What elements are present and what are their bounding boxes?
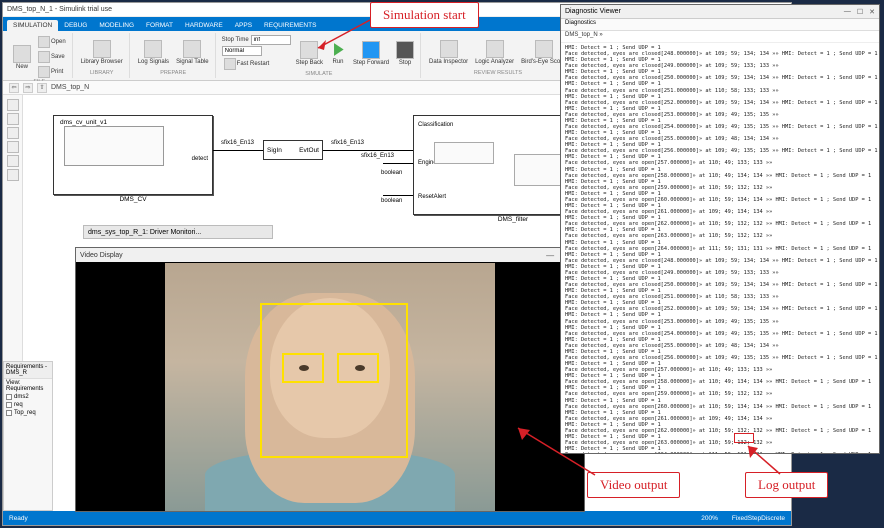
requirements-panel: Requirements - DMS_R View: Requirements … <box>3 361 53 511</box>
status-bar: Ready 200% FixedStepDiscrete <box>3 511 791 525</box>
status-ready: Ready <box>9 515 28 522</box>
filter-port-class: Classification <box>418 122 453 128</box>
sim-mode-select[interactable] <box>222 46 262 56</box>
open-button[interactable]: Open <box>36 35 68 49</box>
nav-back-button[interactable]: ⇦ <box>9 83 19 93</box>
diag-maximize-button[interactable]: ☐ <box>857 8 863 16</box>
tab-format[interactable]: FORMAT <box>140 20 179 31</box>
run-button[interactable]: Run <box>328 41 348 66</box>
block-signin[interactable]: SigIn EvtOut <box>263 140 323 160</box>
eye-detection-rect-right <box>337 353 379 383</box>
block-dms-cv[interactable]: dms_cv_unit_v1 detect DMS_CV <box>53 115 213 195</box>
dms-cv-port-detect: detect <box>192 156 208 162</box>
print-button[interactable]: Print <box>36 65 68 79</box>
sig-label-sfix-2: sfix16_En13 <box>331 140 364 146</box>
signal-line-1[interactable] <box>213 150 263 151</box>
stop-button[interactable]: Stop <box>394 40 416 67</box>
diag-minimize-button[interactable]: — <box>844 8 851 16</box>
sig-label-sfix-3: sfix16_En13 <box>361 153 394 159</box>
diag-log-body[interactable]: HMI: Detect = 1 ; Send UDP = 1Face detec… <box>561 43 879 453</box>
dms-cv-inner-label: dms_cv_unit_v1 <box>60 119 107 126</box>
palette-tool-2[interactable] <box>7 113 19 125</box>
log-signals-button[interactable]: Log Signals <box>136 39 171 66</box>
req-view-label: View: Requirements <box>4 379 52 393</box>
window-title: DMS_top_N_1 - Simulink trial use <box>7 6 112 13</box>
tab-apps[interactable]: APPS <box>229 20 258 31</box>
diagnostic-viewer-window: Diagnostic Viewer — ☐ ✕ Diagnostics DMS_… <box>560 4 880 454</box>
signal-line-2[interactable] <box>323 150 413 151</box>
data-inspector-button[interactable]: Data Inspector <box>427 39 470 66</box>
subsystem-tab-label: dms_sys_top_R_1: Driver Monitori... <box>88 229 201 236</box>
tab-simulation[interactable]: SIMULATION <box>7 20 58 31</box>
diag-close-button[interactable]: ✕ <box>869 8 875 16</box>
log-highlight-box <box>734 433 754 443</box>
new-button[interactable]: New <box>11 44 33 71</box>
diag-tab[interactable]: Diagnostics <box>565 20 596 26</box>
annotation-sim-start: Simulation start <box>370 2 479 28</box>
step-forward-button[interactable]: Step Forward <box>351 40 391 67</box>
req-item-0[interactable]: dms2 <box>4 393 52 401</box>
filter-inner-1 <box>434 142 494 164</box>
sig-label-bool-1: boolean <box>381 170 402 176</box>
subsystem-tab[interactable]: dms_sys_top_R_1: Driver Monitori... <box>83 225 273 239</box>
video-body <box>76 262 584 511</box>
library-browser-button[interactable]: Library Browser <box>79 39 125 66</box>
palette-tool-4[interactable] <box>7 141 19 153</box>
video-title: Video Display <box>80 252 123 259</box>
group-prepare-label: PREPARE <box>160 70 186 76</box>
tab-hardware[interactable]: HARDWARE <box>179 20 229 31</box>
group-simulate-label: SIMULATE <box>305 71 332 77</box>
logic-analyzer-button[interactable]: Logic Analyzer <box>473 39 516 66</box>
save-button[interactable]: Save <box>36 50 68 64</box>
status-zoom[interactable]: 200% <box>701 515 718 522</box>
group-review-label: REVIEW RESULTS <box>474 70 522 76</box>
signal-line-3[interactable] <box>383 163 413 164</box>
group-library-label: LIBRARY <box>90 70 113 76</box>
filter-port-reset: ResetAlert <box>418 194 446 200</box>
sig-label-sfix-1: sfix16_En13 <box>221 140 254 146</box>
diag-breadcrumb[interactable]: DMS_top_N » <box>565 32 603 38</box>
annotation-video-out: Video output <box>587 472 680 498</box>
annotation-log-out: Log output <box>745 472 828 498</box>
stop-time-label: Stop Time <box>222 37 249 43</box>
tab-requirements[interactable]: REQUIREMENTS <box>258 20 322 31</box>
signal-line-4[interactable] <box>383 195 413 196</box>
signin-in-label: SigIn <box>267 147 282 154</box>
status-solver: FixedStepDiscrete <box>732 515 785 522</box>
diag-titlebar[interactable]: Diagnostic Viewer — ☐ ✕ <box>561 5 879 19</box>
req-header: Requirements - DMS_R <box>4 362 52 379</box>
dms-cv-name: DMS_CV <box>54 196 212 203</box>
signin-out-label: EvtOut <box>299 147 319 154</box>
req-item-2[interactable]: Top_req <box>4 409 52 417</box>
tab-modeling[interactable]: MODELING <box>93 20 140 31</box>
palette-tool-1[interactable] <box>7 99 19 111</box>
req-item-1[interactable]: req <box>4 401 52 409</box>
nav-up-button[interactable]: ⇧ <box>37 83 47 93</box>
palette-tool-6[interactable] <box>7 169 19 181</box>
step-back-button[interactable]: Step Back <box>294 40 325 67</box>
palette-tool-3[interactable] <box>7 127 19 139</box>
dms-cv-subsystem <box>64 126 164 166</box>
breadcrumb-model[interactable]: DMS_top_N <box>51 84 89 91</box>
nav-fwd-button[interactable]: ⇨ <box>23 83 33 93</box>
video-titlebar[interactable]: Video Display — ☐ ✕ <box>76 248 584 262</box>
stop-time-input[interactable] <box>251 35 291 45</box>
eye-detection-rect-left <box>282 353 324 383</box>
sig-label-bool-2: boolean <box>381 198 402 204</box>
tab-debug[interactable]: DEBUG <box>58 20 93 31</box>
palette-tool-5[interactable] <box>7 155 19 167</box>
video-minimize-button[interactable]: — <box>546 251 554 260</box>
diag-title: Diagnostic Viewer <box>565 8 621 15</box>
fast-restart-button[interactable]: Fast Restart <box>222 57 291 71</box>
video-frame <box>165 263 495 511</box>
video-display-window: Video Display — ☐ ✕ <box>75 247 585 512</box>
signal-table-button[interactable]: Signal Table <box>174 39 211 66</box>
